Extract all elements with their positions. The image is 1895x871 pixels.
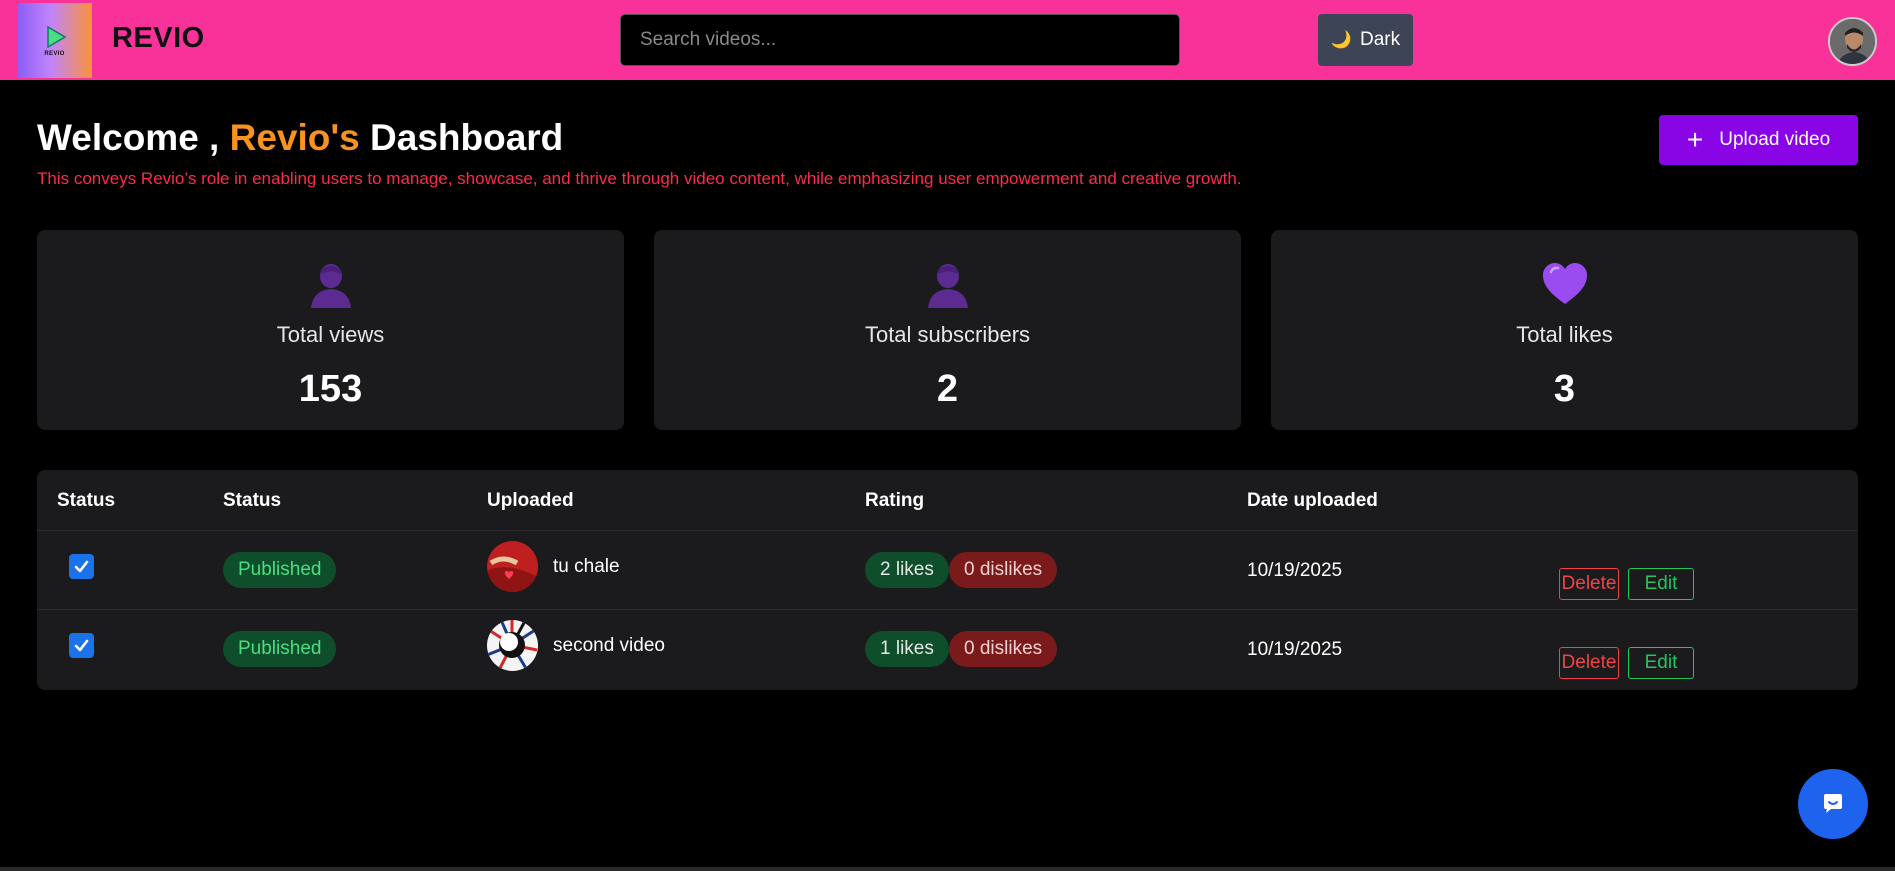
user-avatar[interactable]	[1828, 17, 1877, 66]
page-subtitle: This conveys Revio’s role in enabling us…	[37, 169, 1242, 188]
likes-badge: 2 likes	[865, 552, 949, 588]
bottom-divider	[0, 867, 1895, 871]
check-icon	[74, 560, 89, 573]
title-accent: Revio's	[229, 117, 360, 158]
row-divider	[37, 609, 1858, 610]
stat-label: Total likes	[1516, 322, 1613, 347]
user-icon	[310, 264, 351, 308]
edit-button[interactable]: Edit	[1628, 647, 1694, 679]
stat-card-subscribers: Total subscribers 2	[654, 230, 1241, 430]
play-icon	[46, 25, 66, 49]
upload-video-button[interactable]: + Upload video	[1659, 115, 1858, 165]
dislikes-badge: 0 dislikes	[949, 552, 1058, 588]
page-title: Welcome , Revio's Dashboard	[37, 117, 563, 159]
thumbnail-image	[487, 620, 538, 671]
thumbnail-image	[487, 541, 538, 592]
logo-text: REVIO	[44, 51, 65, 57]
row-checkbox[interactable]	[69, 554, 94, 579]
column-header-rating: Rating	[865, 490, 925, 511]
column-header-status: Status	[57, 490, 116, 511]
column-header-status: Status	[223, 490, 282, 511]
upload-date: 10/19/2025	[1247, 560, 1343, 581]
dislikes-badge: 0 dislikes	[949, 631, 1058, 667]
video-thumbnail[interactable]	[487, 541, 538, 592]
avatar-image	[1830, 19, 1875, 64]
upload-date: 10/19/2025	[1247, 639, 1343, 660]
top-navbar: REVIO REVIO 🌙 Dark	[0, 0, 1895, 80]
video-thumbnail[interactable]	[487, 620, 538, 671]
moon-icon: 🌙	[1330, 30, 1353, 49]
likes-badge: 1 likes	[865, 631, 949, 667]
title-suffix: Dashboard	[370, 117, 564, 158]
column-header-uploaded: Uploaded	[487, 490, 574, 511]
video-title[interactable]: tu chale	[553, 556, 620, 578]
stat-value: 153	[298, 368, 363, 410]
stat-card-views: Total views 153	[37, 230, 624, 430]
title-prefix: Welcome ,	[37, 117, 220, 158]
heart-icon	[1542, 263, 1587, 304]
row-checkbox[interactable]	[69, 633, 94, 658]
stat-value: 3	[1553, 368, 1576, 410]
column-header-date: Date uploaded	[1247, 490, 1378, 511]
stat-label: Total views	[276, 322, 385, 347]
delete-button[interactable]: Delete	[1559, 647, 1619, 679]
plus-icon: +	[1686, 124, 1704, 155]
edit-button[interactable]: Edit	[1628, 568, 1694, 600]
status-badge: Published	[223, 631, 337, 667]
check-icon	[74, 639, 89, 652]
theme-toggle-label: Dark	[1360, 29, 1401, 50]
stat-label: Total subscribers	[864, 322, 1031, 347]
video-title[interactable]: second video	[553, 635, 665, 657]
stat-card-likes: Total likes 3	[1271, 230, 1858, 430]
search-input[interactable]	[620, 14, 1180, 66]
app-logo[interactable]: REVIO	[17, 3, 92, 78]
stat-value: 2	[936, 368, 959, 410]
status-badge: Published	[223, 552, 337, 588]
delete-button[interactable]: Delete	[1559, 568, 1619, 600]
chat-icon	[1824, 794, 1842, 813]
chat-button[interactable]	[1798, 769, 1868, 839]
user-icon	[927, 264, 968, 308]
theme-toggle-button[interactable]: 🌙 Dark	[1318, 14, 1413, 66]
upload-video-label: Upload video	[1719, 129, 1831, 150]
row-divider	[37, 530, 1858, 531]
brand-name[interactable]: REVIO	[112, 22, 205, 55]
